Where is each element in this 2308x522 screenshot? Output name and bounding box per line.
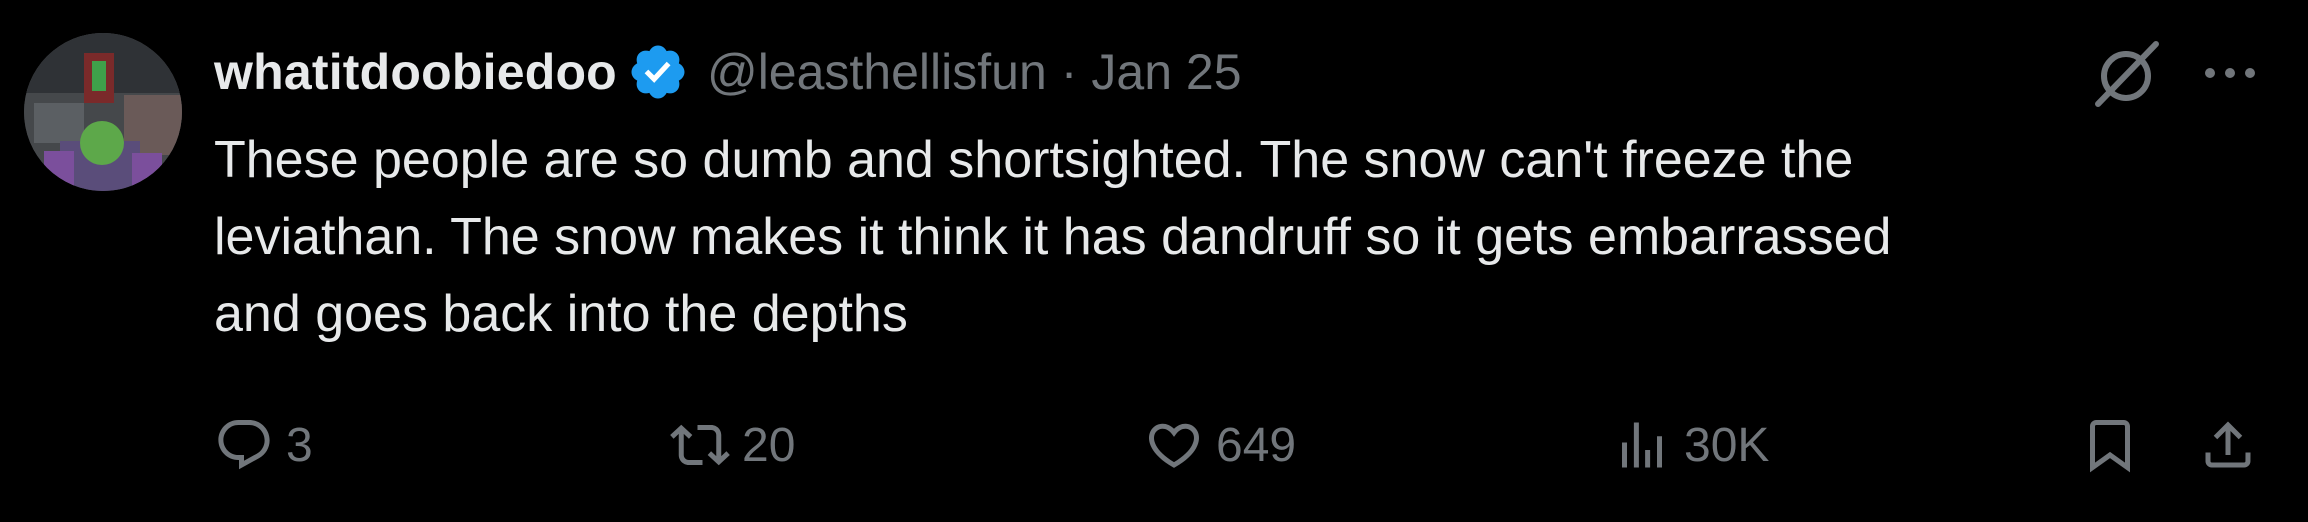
more-icon[interactable]: [2200, 58, 2260, 88]
tweet-text-line: leviathan. The snow makes it think it ha…: [214, 208, 1892, 266]
grok-icon[interactable]: [2090, 38, 2162, 110]
action-bar: 3 20 649 30K: [0, 405, 2308, 485]
retweet-count: 20: [742, 418, 796, 472]
share-icon: [2205, 421, 2251, 468]
heart-icon: [1148, 423, 1200, 468]
retweet-icon: [670, 424, 730, 466]
like-button[interactable]: 649: [1144, 405, 1296, 485]
avatar-image: [24, 33, 182, 191]
reply-count: 3: [286, 418, 313, 472]
share-button[interactable]: [2198, 405, 2258, 485]
reply-button[interactable]: 3: [214, 405, 313, 485]
retweet-button[interactable]: 20: [670, 405, 795, 485]
tweet[interactable]: whatitdoobiedoo @leasthellisfun · Jan 25…: [0, 0, 2308, 522]
like-count: 649: [1216, 418, 1297, 472]
tweet-text: These people are so dumb and shortsighte…: [214, 122, 2254, 353]
avatar[interactable]: [24, 33, 182, 191]
separator-dot: ·: [1060, 44, 1078, 100]
tweet-header: whatitdoobiedoo @leasthellisfun · Jan 25: [214, 38, 1242, 106]
views-count: 30K: [1684, 418, 1770, 472]
reply-icon: [218, 420, 270, 470]
tweet-text-line: These people are so dumb and shortsighte…: [214, 131, 1854, 189]
views-button[interactable]: 30K: [1612, 405, 1769, 485]
bookmark-icon: [2090, 420, 2130, 473]
tweet-date[interactable]: Jan 25: [1091, 43, 1241, 101]
handle[interactable]: @leasthellisfun: [707, 43, 1047, 101]
display-name[interactable]: whatitdoobiedoo: [214, 43, 617, 101]
tweet-text-line: and goes back into the depths: [214, 285, 908, 343]
verified-badge-icon[interactable]: [627, 41, 689, 103]
bookmark-button[interactable]: [2080, 405, 2140, 485]
views-icon: [1622, 422, 1662, 468]
